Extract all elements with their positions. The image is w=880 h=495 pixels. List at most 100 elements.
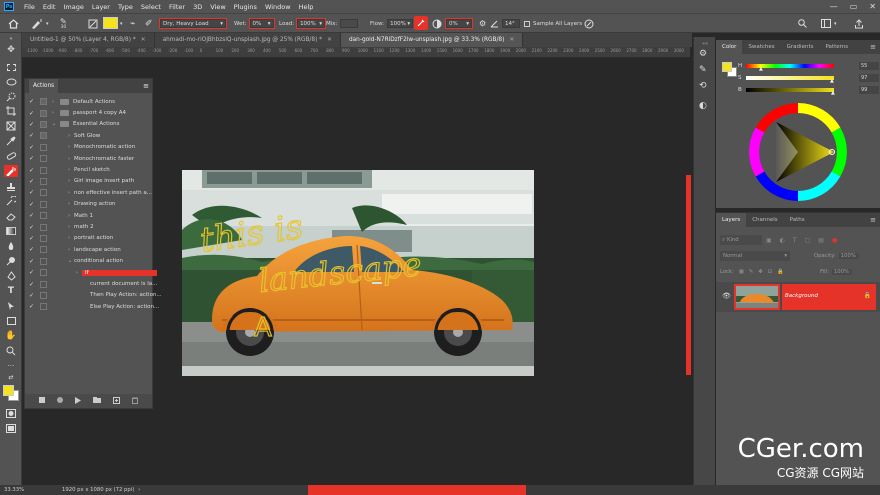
menu-type[interactable]: Type bbox=[114, 3, 137, 11]
brightness-value[interactable]: 99 bbox=[859, 86, 879, 94]
chevron-right-icon[interactable]: › bbox=[68, 190, 70, 196]
blur-tool-icon[interactable] bbox=[4, 240, 18, 252]
action-item[interactable]: ✓ current document is la... bbox=[25, 278, 157, 289]
brightness-slider[interactable]: B ▲ 99 bbox=[738, 86, 879, 96]
action-item[interactable]: ✓ ⌄ Essential Actions bbox=[25, 119, 152, 130]
chevron-right-icon[interactable]: › bbox=[52, 99, 54, 105]
chevron-down-icon[interactable]: ⌄ bbox=[52, 121, 56, 127]
close-tab-icon[interactable]: ✕ bbox=[327, 37, 332, 43]
dialog-toggle-icon[interactable] bbox=[40, 280, 47, 288]
menu-image[interactable]: Image bbox=[59, 3, 87, 11]
smoothing-field[interactable]: 0% ▾ bbox=[445, 18, 473, 29]
toolbar-collapse-icon[interactable]: » bbox=[4, 36, 18, 42]
toggle-check-icon[interactable]: ✓ bbox=[29, 269, 34, 276]
action-item[interactable]: ✓ › If bbox=[25, 267, 157, 278]
dialog-toggle-icon[interactable] bbox=[40, 223, 47, 231]
chevron-right-icon[interactable]: › bbox=[68, 247, 70, 253]
dialog-toggle-icon[interactable] bbox=[40, 234, 47, 242]
minimize-button[interactable]: — bbox=[830, 2, 838, 11]
toggle-check-icon[interactable]: ✓ bbox=[29, 98, 34, 105]
chevron-right-icon[interactable]: › bbox=[76, 270, 78, 276]
tab-ahmadi[interactable]: ahmadi-mo-riOjBhbzsiQ-unsplash.jpg @ 25%… bbox=[155, 33, 341, 47]
dialog-toggle-icon[interactable] bbox=[40, 200, 47, 208]
chevron-right-icon[interactable]: › bbox=[68, 144, 70, 150]
foreground-color-swatch[interactable] bbox=[722, 62, 732, 72]
tab-channels[interactable]: Channels bbox=[746, 213, 783, 227]
action-item[interactable]: ✓ › Drawing action bbox=[25, 199, 152, 210]
zoom-level[interactable]: 33.33% bbox=[4, 487, 44, 493]
toggle-check-icon[interactable]: ✓ bbox=[29, 292, 34, 299]
tab-paths[interactable]: Paths bbox=[784, 213, 811, 227]
toggle-check-icon[interactable]: ✓ bbox=[29, 303, 34, 310]
panel-menu-icon[interactable]: ≡ bbox=[870, 216, 876, 224]
filter-toggle-icon[interactable]: ● bbox=[832, 237, 837, 244]
chevron-right-icon[interactable]: › bbox=[68, 224, 70, 230]
current-brush-color-swatch[interactable] bbox=[103, 17, 118, 29]
panel-menu-icon[interactable]: ≡ bbox=[143, 82, 149, 90]
blend-mode-dropdown[interactable]: Normal ▾ bbox=[720, 251, 790, 261]
eyedropper-tool-icon[interactable] bbox=[4, 135, 18, 147]
search-icon[interactable] bbox=[798, 18, 807, 29]
workspace-icon[interactable] bbox=[821, 18, 831, 29]
more-tools-icon[interactable]: ··· bbox=[4, 360, 18, 372]
menu-plugins[interactable]: Plugins bbox=[230, 3, 261, 11]
toggle-check-icon[interactable]: ✓ bbox=[29, 212, 34, 219]
panel-menu-icon[interactable]: ≡ bbox=[870, 43, 876, 51]
tab-dan-gold[interactable]: dan-gold-N7RiDzfF2iw-unsplash.jpg @ 33.3… bbox=[340, 33, 524, 47]
saturation-value[interactable]: 97 bbox=[859, 74, 879, 82]
gradient-tool-icon[interactable] bbox=[4, 225, 18, 237]
chevron-right-icon[interactable]: › bbox=[68, 235, 70, 241]
dialog-toggle-icon[interactable] bbox=[40, 189, 47, 197]
menu-3d[interactable]: 3D bbox=[189, 3, 206, 11]
action-item[interactable]: ✓ › landscape action bbox=[25, 244, 152, 255]
play-icon[interactable] bbox=[75, 396, 81, 406]
chevron-right-icon[interactable]: › bbox=[68, 213, 70, 219]
color-wheel[interactable] bbox=[748, 102, 848, 204]
toggle-check-icon[interactable]: ✓ bbox=[29, 258, 34, 265]
brush-preset-picker[interactable]: ✎ 30 bbox=[60, 18, 67, 30]
action-item[interactable]: ✓ › Soft Glow bbox=[25, 130, 152, 141]
close-tab-icon[interactable]: ✕ bbox=[141, 37, 146, 43]
fill-field[interactable]: 100% bbox=[831, 269, 852, 275]
action-item[interactable]: ✓ › math 2 bbox=[25, 221, 152, 232]
chevron-right-icon[interactable]: › bbox=[68, 133, 70, 139]
toggle-check-icon[interactable]: ✓ bbox=[29, 189, 34, 196]
new-action-icon[interactable] bbox=[113, 396, 120, 406]
toggle-check-icon[interactable]: ✓ bbox=[29, 167, 34, 174]
zoom-tool-icon[interactable] bbox=[4, 345, 18, 357]
chevron-right-icon[interactable]: › bbox=[68, 178, 70, 184]
menu-edit[interactable]: Edit bbox=[39, 3, 60, 11]
trash-icon[interactable] bbox=[132, 397, 138, 406]
vertical-scrollbar-highlight[interactable] bbox=[686, 175, 691, 375]
menu-select[interactable]: Select bbox=[137, 3, 165, 11]
menu-layer[interactable]: Layer bbox=[88, 3, 114, 11]
eye-icon[interactable]: 👁 bbox=[722, 292, 731, 300]
action-item[interactable]: ✓ Then Play Action: action... bbox=[25, 290, 162, 301]
swap-colors-icon[interactable]: ⇄ bbox=[4, 374, 18, 381]
lasso-tool-icon[interactable] bbox=[4, 76, 18, 88]
dropdown-arrow-icon[interactable]: ▾ bbox=[120, 18, 123, 29]
folder-icon[interactable] bbox=[93, 397, 101, 405]
home-icon[interactable] bbox=[8, 18, 19, 29]
dialog-toggle-icon[interactable] bbox=[40, 143, 47, 151]
dialog-toggle-icon[interactable] bbox=[40, 212, 47, 220]
action-item[interactable]: ✓ › Default Actions bbox=[25, 96, 152, 107]
clone-stamp-tool-icon[interactable] bbox=[4, 181, 18, 193]
dialog-toggle-icon[interactable] bbox=[40, 177, 47, 185]
layer-row-background[interactable]: 👁 Background 🔒 bbox=[716, 282, 880, 312]
dropdown-arrow-icon[interactable]: ▾ bbox=[834, 18, 837, 29]
chevron-right-icon[interactable]: › bbox=[68, 167, 70, 173]
dialog-toggle-icon[interactable] bbox=[40, 120, 47, 128]
action-item[interactable]: ✓ › Monochromatic action bbox=[25, 142, 152, 153]
action-item[interactable]: ✓ › Pencil sketch bbox=[25, 164, 152, 175]
crop-tool-icon[interactable] bbox=[4, 105, 18, 117]
mixer-brush-tool-icon[interactable] bbox=[4, 165, 18, 177]
toggle-check-icon[interactable]: ✓ bbox=[29, 224, 34, 231]
smart-object-filter-icon[interactable]: ▤ bbox=[818, 237, 824, 244]
adjustments-icon[interactable]: ⚙ bbox=[699, 49, 707, 59]
dialog-toggle-icon[interactable] bbox=[40, 269, 47, 277]
toggle-check-icon[interactable]: ✓ bbox=[29, 246, 34, 253]
close-button[interactable]: ✕ bbox=[869, 2, 876, 11]
stop-icon[interactable] bbox=[39, 397, 45, 405]
tab-swatches[interactable]: Swatches bbox=[742, 40, 780, 54]
